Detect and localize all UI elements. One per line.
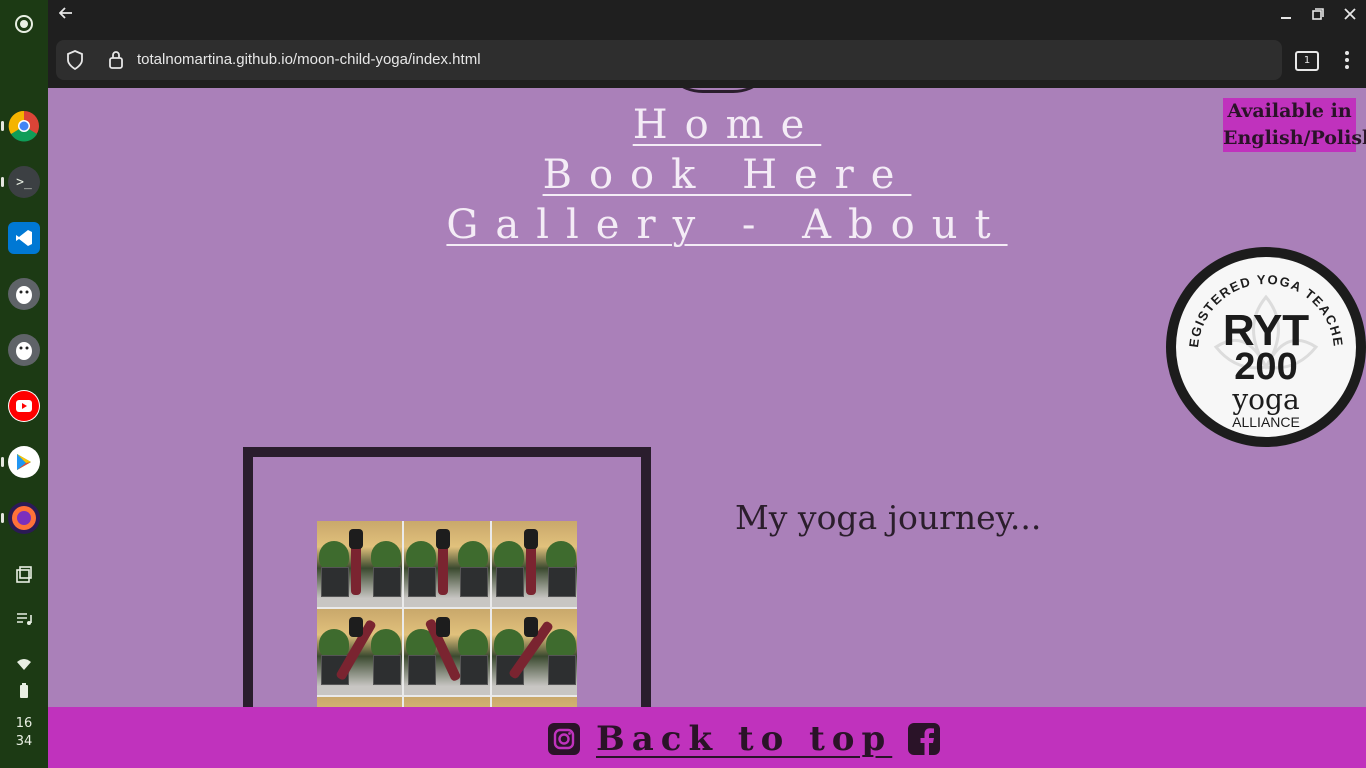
penguin-app-icon-2[interactable] bbox=[8, 334, 40, 366]
collage-photo bbox=[491, 609, 577, 695]
nav-gallery-link[interactable]: Gallery - About bbox=[48, 200, 1366, 250]
yoga-photo-collage bbox=[317, 521, 577, 768]
main-nav: Home Book Here Gallery - About bbox=[48, 100, 1366, 250]
facebook-icon[interactable] bbox=[908, 723, 941, 755]
logo-arc bbox=[658, 88, 778, 93]
badge-graphic: REGISTERED YOGA TEACHER RYT 200 yoga ALL… bbox=[1171, 245, 1345, 430]
language-badge[interactable]: Available in English/Polish bbox=[1223, 98, 1366, 152]
tote-icon[interactable] bbox=[0, 566, 48, 588]
play-store-icon[interactable] bbox=[8, 446, 40, 478]
tab-count: 1 bbox=[1303, 55, 1311, 66]
youtube-icon[interactable] bbox=[8, 390, 40, 422]
penguin-app-icon[interactable] bbox=[8, 278, 40, 310]
web-page: Home Book Here Gallery - About Available… bbox=[48, 88, 1366, 768]
badge-yoga: yoga bbox=[1231, 383, 1299, 416]
chrome-icon[interactable] bbox=[8, 110, 40, 142]
nav-book-link[interactable]: Book Here bbox=[48, 150, 1366, 200]
collage-photo bbox=[317, 609, 403, 695]
wifi-icon[interactable] bbox=[0, 657, 48, 676]
collage-photo bbox=[317, 521, 403, 607]
collage-photo bbox=[404, 609, 490, 695]
media-controls-icon[interactable] bbox=[0, 610, 48, 632]
address-bar[interactable]: totalnomartina.github.io/moon-child-yoga… bbox=[56, 40, 1282, 80]
battery-icon[interactable] bbox=[0, 683, 48, 703]
tab-switcher-button[interactable]: 1 bbox=[1295, 51, 1319, 71]
firefox-icon[interactable] bbox=[8, 502, 40, 534]
minimize-icon[interactable] bbox=[1276, 6, 1296, 26]
collage-photo bbox=[491, 521, 577, 607]
browser-titlebar bbox=[48, 0, 1366, 32]
url-text[interactable]: totalnomartina.github.io/moon-child-yoga… bbox=[137, 51, 481, 68]
browser-toolbar: totalnomartina.github.io/moon-child-yoga… bbox=[48, 32, 1366, 88]
system-clock[interactable]: 16 34 bbox=[0, 715, 48, 751]
close-icon[interactable] bbox=[1340, 6, 1360, 26]
nav-home-link[interactable]: Home bbox=[48, 100, 1366, 150]
restore-icon[interactable] bbox=[1308, 6, 1328, 26]
yoga-alliance-badge: REGISTERED YOGA TEACHER RYT 200 yoga ALL… bbox=[1166, 245, 1366, 447]
instagram-icon[interactable] bbox=[548, 723, 580, 755]
terminal-icon[interactable]: >_ bbox=[8, 166, 40, 198]
lock-icon[interactable] bbox=[108, 50, 124, 74]
back-to-top-link[interactable]: Back to top bbox=[596, 719, 892, 759]
badge-alliance: ALLIANCE bbox=[1232, 414, 1300, 430]
section-heading: My yoga journey... bbox=[735, 498, 1042, 537]
collage-photo bbox=[404, 521, 490, 607]
footer-bar: Back to top bbox=[48, 707, 1366, 768]
shield-icon[interactable] bbox=[66, 50, 84, 74]
menu-icon[interactable] bbox=[1344, 50, 1350, 74]
back-arrow-icon[interactable] bbox=[56, 6, 76, 26]
clock-minute: 34 bbox=[15, 734, 33, 749]
badge-200: 200 bbox=[1234, 346, 1297, 388]
clock-hour: 16 bbox=[15, 716, 33, 731]
vscode-icon[interactable] bbox=[8, 222, 40, 254]
launcher-icon[interactable] bbox=[8, 8, 40, 40]
os-shelf: >_ 16 34 bbox=[0, 0, 48, 768]
